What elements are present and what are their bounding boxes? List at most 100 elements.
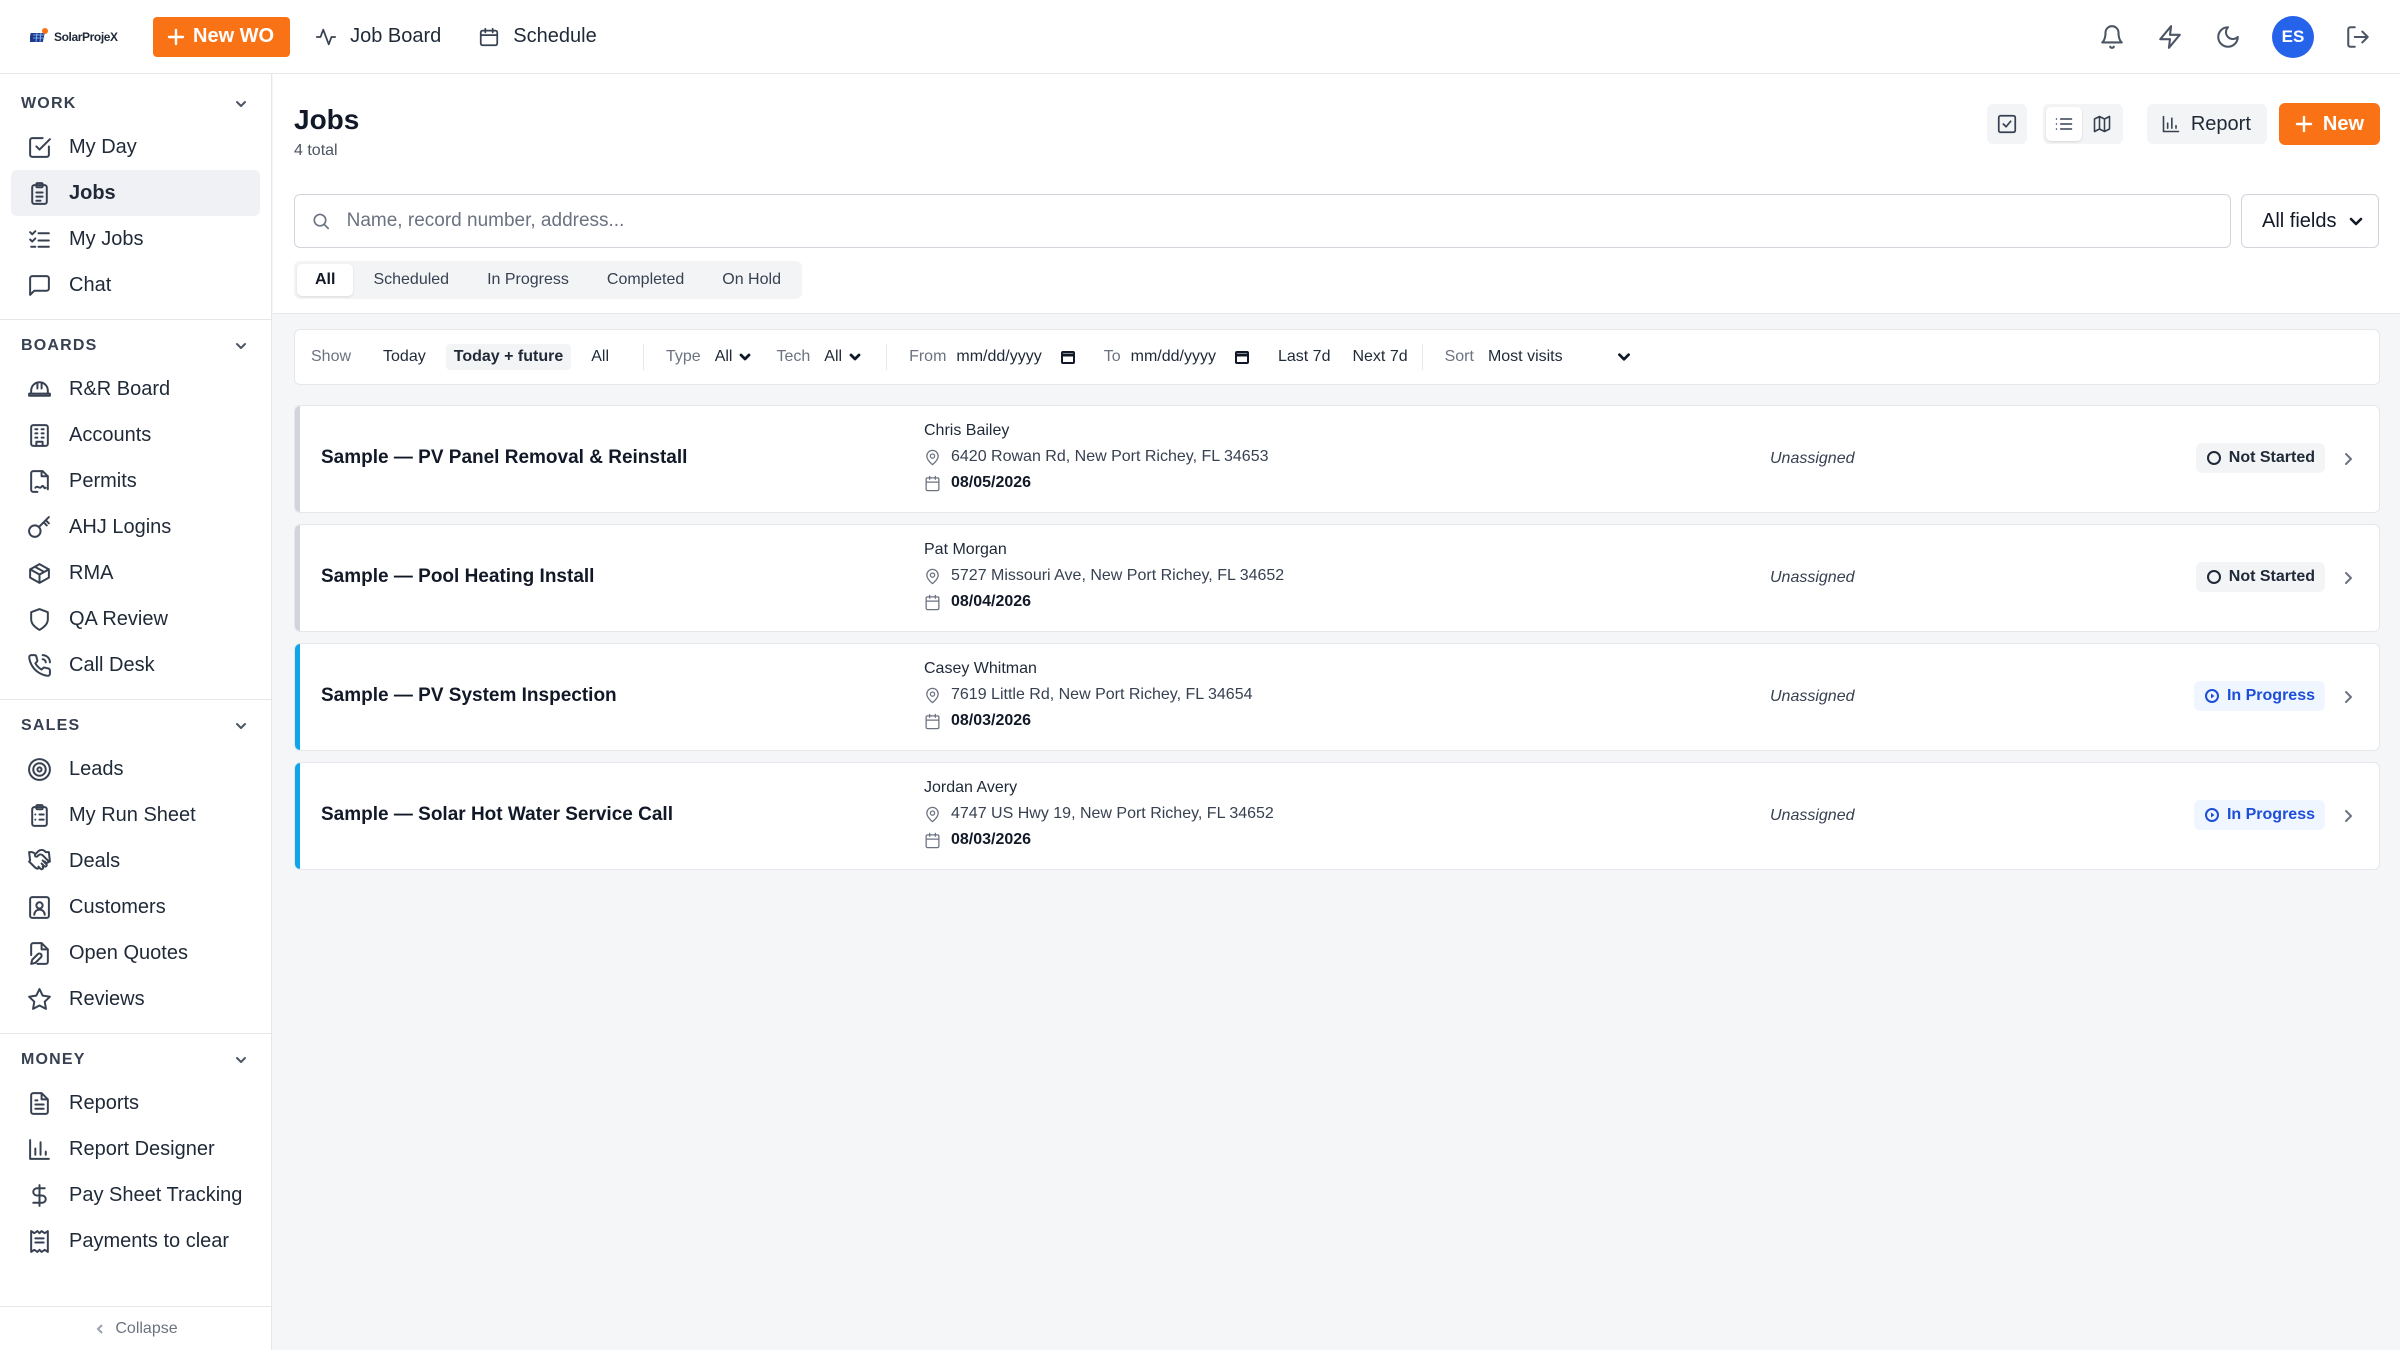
tech-select[interactable]: All (824, 348, 862, 366)
bell-icon[interactable] (2098, 23, 2126, 51)
sidebar-item-reviews[interactable]: Reviews (11, 976, 260, 1022)
sidebar-item-call-desk[interactable]: Call Desk (11, 642, 260, 688)
job-date: 08/04/2026 (924, 593, 1031, 611)
job-address-text: 6420 Rowan Rd, New Port Richey, FL 34653 (951, 448, 1269, 465)
page-header: Jobs 4 total Report New Name, record num… (273, 74, 2400, 314)
tab-on-hold[interactable]: On Hold (704, 264, 799, 296)
map-view-button[interactable] (2084, 107, 2120, 141)
user-avatar[interactable]: ES (2272, 15, 2314, 58)
job-date: 08/03/2026 (924, 712, 1031, 730)
job-row[interactable]: Sample — Pool Heating Install Pat Morgan… (294, 524, 2380, 632)
show-today-option[interactable]: Today (375, 344, 434, 370)
from-date-input[interactable]: mm/dd/yyyy (956, 348, 1075, 366)
sidebar-item-label: Payments to clear (69, 1229, 230, 1252)
nav-job-board[interactable]: Job Board (312, 23, 441, 51)
show-label: Show (311, 348, 352, 365)
list-check-icon (25, 225, 53, 253)
sidebar-item-accounts[interactable]: Accounts (11, 412, 260, 458)
job-title[interactable]: Sample — Pool Heating Install (321, 566, 594, 588)
sidebar-item-payments-to-clear[interactable]: Payments to clear (11, 1218, 260, 1264)
sidebar-item-label: Deals (69, 849, 121, 872)
app-logo[interactable]: SolarProjeX (30, 17, 122, 57)
status-bar (295, 525, 300, 631)
open-job-chevron[interactable] (2339, 569, 2357, 587)
section-boards-header[interactable]: BOARDS (0, 332, 271, 360)
sidebar-item-reports[interactable]: Reports (11, 1080, 260, 1126)
search-input[interactable] (346, 210, 2214, 232)
open-job-chevron[interactable] (2339, 807, 2357, 825)
status-bar (295, 406, 300, 512)
job-row[interactable]: Sample — Solar Hot Water Service Call Jo… (294, 762, 2380, 870)
sidebar-item-rma[interactable]: RMA (11, 550, 260, 596)
sidebar-item-my-day[interactable]: My Day (11, 124, 260, 170)
sidebar-item-my-jobs[interactable]: My Jobs (11, 216, 260, 262)
job-address-text: 5727 Missouri Ave, New Port Richey, FL 3… (951, 567, 1285, 584)
sidebar-item-label: Jobs (69, 181, 116, 204)
report-button[interactable]: Report (2146, 104, 2267, 144)
job-date-text: 08/03/2026 (951, 712, 1032, 729)
to-date-input[interactable]: mm/dd/yyyy (1131, 348, 1250, 366)
lightning-icon[interactable] (2156, 23, 2184, 51)
new-wo-button[interactable]: New WO (153, 16, 291, 57)
sidebar-item-report-designer[interactable]: Report Designer (11, 1126, 260, 1172)
sidebar-item-my-run-sheet[interactable]: My Run Sheet (11, 792, 260, 838)
job-row[interactable]: Sample — PV Panel Removal & Reinstall Ch… (294, 405, 2380, 513)
view-toggle (2042, 104, 2123, 144)
clipboard-list-icon (25, 801, 53, 829)
job-title[interactable]: Sample — Solar Hot Water Service Call (321, 804, 673, 826)
logout-icon[interactable] (2344, 23, 2372, 51)
sidebar-item-rr-board[interactable]: R&R Board (11, 366, 260, 412)
search-field-select[interactable]: All fields (2241, 194, 2379, 248)
sort-select[interactable]: Most visits (1488, 348, 1632, 366)
sidebar-item-deals[interactable]: Deals (11, 838, 260, 884)
sidebar-item-label: Accounts (69, 423, 152, 446)
section-work-header[interactable]: WORK (0, 90, 271, 118)
open-job-chevron[interactable] (2339, 450, 2357, 468)
type-select[interactable]: All (715, 348, 753, 366)
chevron-down-icon (236, 101, 246, 107)
show-today-future-option[interactable]: Today + future (445, 344, 572, 370)
sidebar-item-chat[interactable]: Chat (11, 262, 260, 308)
tab-all[interactable]: All (297, 264, 354, 296)
job-title[interactable]: Sample — PV Panel Removal & Reinstall (321, 447, 687, 469)
job-customer: Pat Morgan (924, 541, 1007, 558)
tab-scheduled[interactable]: Scheduled (355, 264, 467, 296)
sidebar-item-pay-sheet-tracking[interactable]: Pay Sheet Tracking (11, 1172, 260, 1218)
circle-icon (2206, 451, 2221, 465)
sidebar-item-qa-review[interactable]: QA Review (11, 596, 260, 642)
type-value: All (714, 348, 733, 365)
sidebar-item-leads[interactable]: Leads (11, 746, 260, 792)
report-label: Report (2190, 112, 2251, 135)
last-7d-button[interactable]: Last 7d (1278, 348, 1330, 366)
new-job-button[interactable]: New (2278, 103, 2380, 145)
circle-icon (2206, 570, 2221, 584)
logo-text: SolarProjeX (54, 29, 118, 44)
job-date: 08/03/2026 (924, 831, 1031, 849)
job-date: 08/05/2026 (924, 474, 1031, 492)
next-7d-button[interactable]: Next 7d (1352, 348, 1407, 366)
sidebar-item-permits[interactable]: Permits (11, 458, 260, 504)
job-address-text: 7619 Little Rd, New Port Richey, FL 3465… (951, 686, 1253, 703)
top-bar: SolarProjeX New WO Job Board Schedule ES (0, 0, 2400, 74)
sidebar-item-ahj-logins[interactable]: AHJ Logins (11, 504, 260, 550)
chevron-down-icon (236, 723, 246, 729)
open-job-chevron[interactable] (2339, 688, 2357, 706)
sidebar-item-jobs[interactable]: Jobs (11, 170, 260, 216)
status-text: In Progress (2226, 806, 2315, 823)
tab-in-progress[interactable]: In Progress (469, 264, 587, 296)
select-mode-button[interactable] (1986, 104, 2027, 144)
job-title[interactable]: Sample — PV System Inspection (321, 685, 617, 707)
job-date-text: 08/05/2026 (951, 474, 1032, 491)
section-money-header[interactable]: MONEY (0, 1046, 271, 1074)
nav-schedule[interactable]: Schedule (475, 23, 597, 51)
section-sales-header[interactable]: SALES (0, 712, 271, 740)
job-row[interactable]: Sample — PV System Inspection Casey Whit… (294, 643, 2380, 751)
tab-completed[interactable]: Completed (589, 264, 702, 296)
collapse-sidebar-button[interactable]: Collapse (0, 1306, 271, 1350)
sidebar-item-customers[interactable]: Customers (11, 884, 260, 930)
list-view-button[interactable] (2045, 107, 2082, 141)
show-all-option[interactable]: All (583, 344, 617, 370)
sidebar-item-label: QA Review (69, 607, 168, 630)
sidebar-item-open-quotes[interactable]: Open Quotes (11, 930, 260, 976)
moon-icon[interactable] (2214, 23, 2242, 51)
